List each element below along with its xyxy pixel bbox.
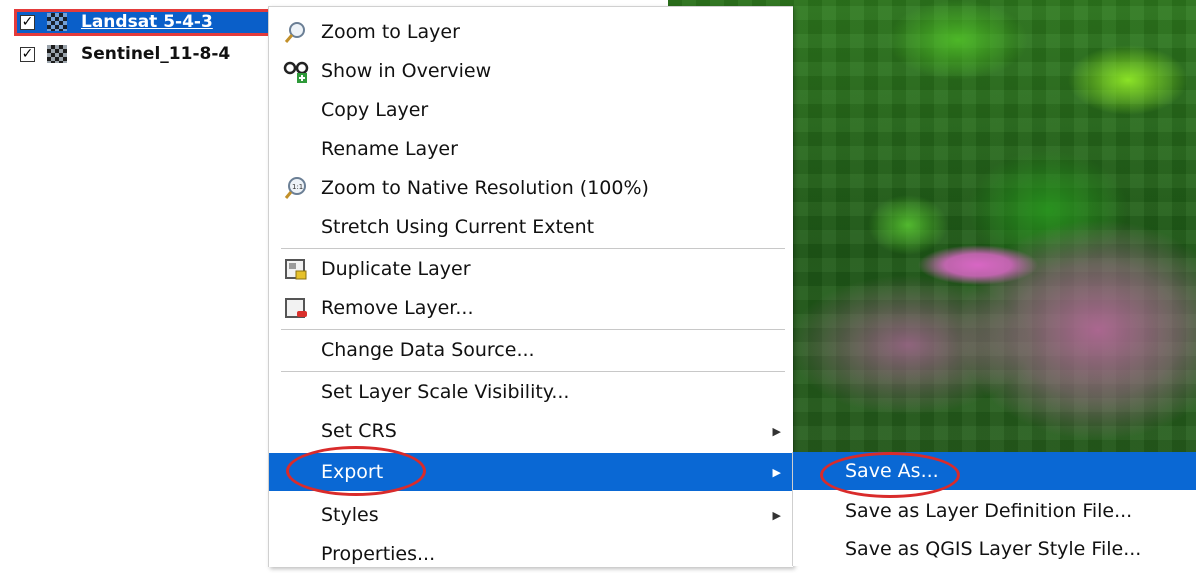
menu-separator bbox=[281, 371, 785, 372]
export-submenu: Save As... Save as Layer Definition File… bbox=[792, 452, 1196, 566]
menu-item-properties[interactable]: Properties... bbox=[269, 535, 793, 573]
menu-item-show-in-overview[interactable]: Show in Overview bbox=[269, 52, 793, 90]
layer-row-sentinel[interactable]: ✓ Sentinel_11-8-4 bbox=[0, 41, 270, 67]
menu-item-remove-layer[interactable]: Remove Layer... bbox=[269, 289, 793, 327]
remove-layer-icon bbox=[283, 295, 309, 321]
menu-separator bbox=[281, 329, 785, 330]
submenu-arrow-icon: ▶ bbox=[772, 465, 781, 479]
layer-context-menu: Zoom to Layer Show in Overview Copy Laye… bbox=[268, 6, 793, 567]
menu-item-set-scale-visibility[interactable]: Set Layer Scale Visibility... bbox=[269, 373, 793, 411]
menu-item-zoom-native-resolution[interactable]: 1:1 Zoom to Native Resolution (100%) bbox=[269, 169, 793, 207]
layer-row-landsat[interactable]: ✓ Landsat 5-4-3 bbox=[0, 9, 270, 35]
menu-item-change-data-source[interactable]: Change Data Source... bbox=[269, 331, 793, 369]
submenu-arrow-icon: ▶ bbox=[772, 424, 781, 438]
menu-item-rename-layer[interactable]: Rename Layer bbox=[269, 130, 793, 168]
raster-layer-icon bbox=[47, 45, 67, 63]
raster-layer-icon bbox=[47, 13, 67, 31]
menu-item-styles[interactable]: Styles ▶ bbox=[269, 496, 793, 534]
layer-checkbox[interactable]: ✓ bbox=[20, 14, 35, 30]
menu-item-duplicate-layer[interactable]: Duplicate Layer bbox=[269, 250, 793, 288]
duplicate-layer-icon bbox=[283, 256, 309, 282]
layer-name: Sentinel_11-8-4 bbox=[81, 44, 231, 64]
submenu-item-save-qgis-style[interactable]: Save as QGIS Layer Style File... bbox=[793, 530, 1196, 568]
submenu-item-save-as[interactable]: Save As... bbox=[793, 452, 1196, 490]
menu-item-stretch-current-extent[interactable]: Stretch Using Current Extent bbox=[269, 208, 793, 246]
show-in-overview-icon bbox=[283, 58, 309, 84]
menu-item-zoom-to-layer[interactable]: Zoom to Layer bbox=[269, 13, 793, 51]
menu-item-copy-layer[interactable]: Copy Layer bbox=[269, 91, 793, 129]
layer-name: Landsat 5-4-3 bbox=[81, 12, 213, 32]
menu-item-set-crs[interactable]: Set CRS ▶ bbox=[269, 412, 793, 450]
zoom-to-layer-icon bbox=[283, 19, 309, 45]
layer-checkbox[interactable]: ✓ bbox=[20, 46, 35, 62]
svg-text:1:1: 1:1 bbox=[292, 183, 303, 191]
submenu-item-save-layer-definition[interactable]: Save as Layer Definition File... bbox=[793, 492, 1196, 530]
menu-item-export[interactable]: Export ▶ bbox=[269, 453, 793, 491]
submenu-arrow-icon: ▶ bbox=[772, 508, 781, 522]
zoom-native-resolution-icon: 1:1 bbox=[283, 175, 309, 201]
menu-separator bbox=[281, 248, 785, 249]
